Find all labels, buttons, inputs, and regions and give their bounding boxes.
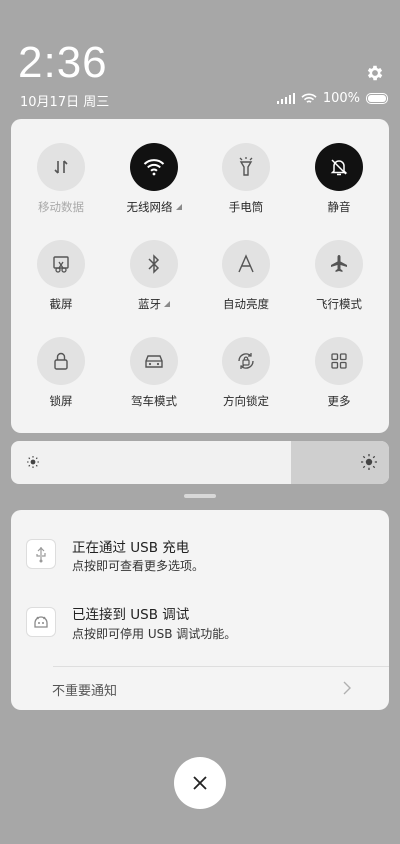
notification-subtitle: 点按即可停用 USB 调试功能。 — [72, 627, 237, 641]
flashlight-icon — [222, 143, 270, 191]
tile-screenshot[interactable]: 截屏 — [15, 240, 107, 312]
grid-icon — [315, 337, 363, 385]
battery-icon — [366, 93, 388, 104]
mobile-data-icon — [37, 143, 85, 191]
divider — [53, 666, 389, 667]
gear-icon[interactable] — [365, 63, 385, 83]
tile-mute[interactable]: 静音 — [293, 143, 385, 215]
tile-rotation-lock[interactable]: 方向锁定 — [200, 337, 292, 409]
notification-title: 正在通过 USB 充电 — [72, 540, 190, 556]
more-triangle-icon — [175, 204, 182, 210]
brightness-slider[interactable] — [11, 441, 389, 484]
chevron-right-icon[interactable] — [343, 681, 351, 695]
auto-brightness-icon — [222, 240, 270, 288]
brightness-low-icon — [27, 456, 39, 468]
close-button[interactable] — [174, 757, 226, 809]
battery-percent: 100% — [322, 91, 360, 106]
unimportant-notifications-link[interactable]: 不重要通知 — [52, 680, 117, 699]
tile-label: 蓝牙 — [138, 297, 161, 311]
rotation-lock-icon — [222, 337, 270, 385]
tile-mobile-data[interactable]: 移动数据 — [15, 143, 107, 215]
bluetooth-icon — [130, 240, 178, 288]
notification-usb-debugging[interactable]: 已连接到 USB 调试 点按即可停用 USB 调试功能。 — [11, 586, 389, 658]
status-bar: 100% — [276, 91, 388, 106]
tile-label: 飞行模式 — [316, 297, 362, 311]
mute-bell-icon — [315, 143, 363, 191]
tile-bluetooth[interactable]: 蓝牙 — [108, 240, 200, 312]
tile-label: 自动亮度 — [223, 297, 269, 311]
tile-label: 锁屏 — [49, 394, 73, 408]
wifi-status-icon — [301, 93, 317, 103]
brightness-high-icon — [361, 454, 377, 470]
notification-subtitle: 点按即可查看更多选项。 — [72, 559, 205, 573]
quick-settings-panel: 移动数据 无线网络 手电筒 静音 截屏 蓝牙 自动亮度 飞行模式 锁屏 驾车模式… — [11, 119, 389, 433]
tile-label: 方向锁定 — [223, 394, 269, 408]
signal-icon — [276, 93, 295, 104]
drag-handle[interactable] — [184, 494, 216, 498]
tile-flashlight[interactable]: 手电筒 — [200, 143, 292, 215]
tile-label: 移动数据 — [38, 200, 84, 214]
date-text: 10月17日 周三 — [20, 95, 110, 110]
notification-usb-charging[interactable]: 正在通过 USB 充电 点按即可查看更多选项。 — [11, 510, 389, 582]
tile-label: 无线网络 — [126, 200, 173, 214]
tile-lock-screen[interactable]: 锁屏 — [15, 337, 107, 409]
tile-label: 静音 — [327, 200, 351, 214]
screenshot-icon — [37, 240, 85, 288]
close-icon — [193, 776, 207, 790]
airplane-icon — [315, 240, 363, 288]
tile-auto-brightness[interactable]: 自动亮度 — [200, 240, 292, 312]
tile-label: 截屏 — [49, 297, 73, 311]
more-triangle-icon — [164, 301, 170, 307]
clock: 2:36 — [18, 38, 108, 87]
android-debug-icon — [27, 608, 55, 636]
car-icon — [130, 337, 178, 385]
android-usb-icon — [27, 540, 55, 568]
tile-wifi[interactable]: 无线网络 — [108, 143, 200, 215]
notification-list: 正在通过 USB 充电 点按即可查看更多选项。 已连接到 USB 调试 点按即可… — [11, 510, 389, 710]
notification-title: 已连接到 USB 调试 — [72, 607, 190, 623]
tile-label: 手电筒 — [228, 200, 264, 214]
lock-icon — [37, 337, 85, 385]
tile-airplane[interactable]: 飞行模式 — [293, 240, 385, 312]
tile-label: 更多 — [327, 394, 351, 408]
tile-driving-mode[interactable]: 驾车模式 — [108, 337, 200, 409]
wifi-icon — [130, 143, 178, 191]
tile-more[interactable]: 更多 — [293, 337, 385, 409]
tile-label: 驾车模式 — [131, 394, 177, 408]
